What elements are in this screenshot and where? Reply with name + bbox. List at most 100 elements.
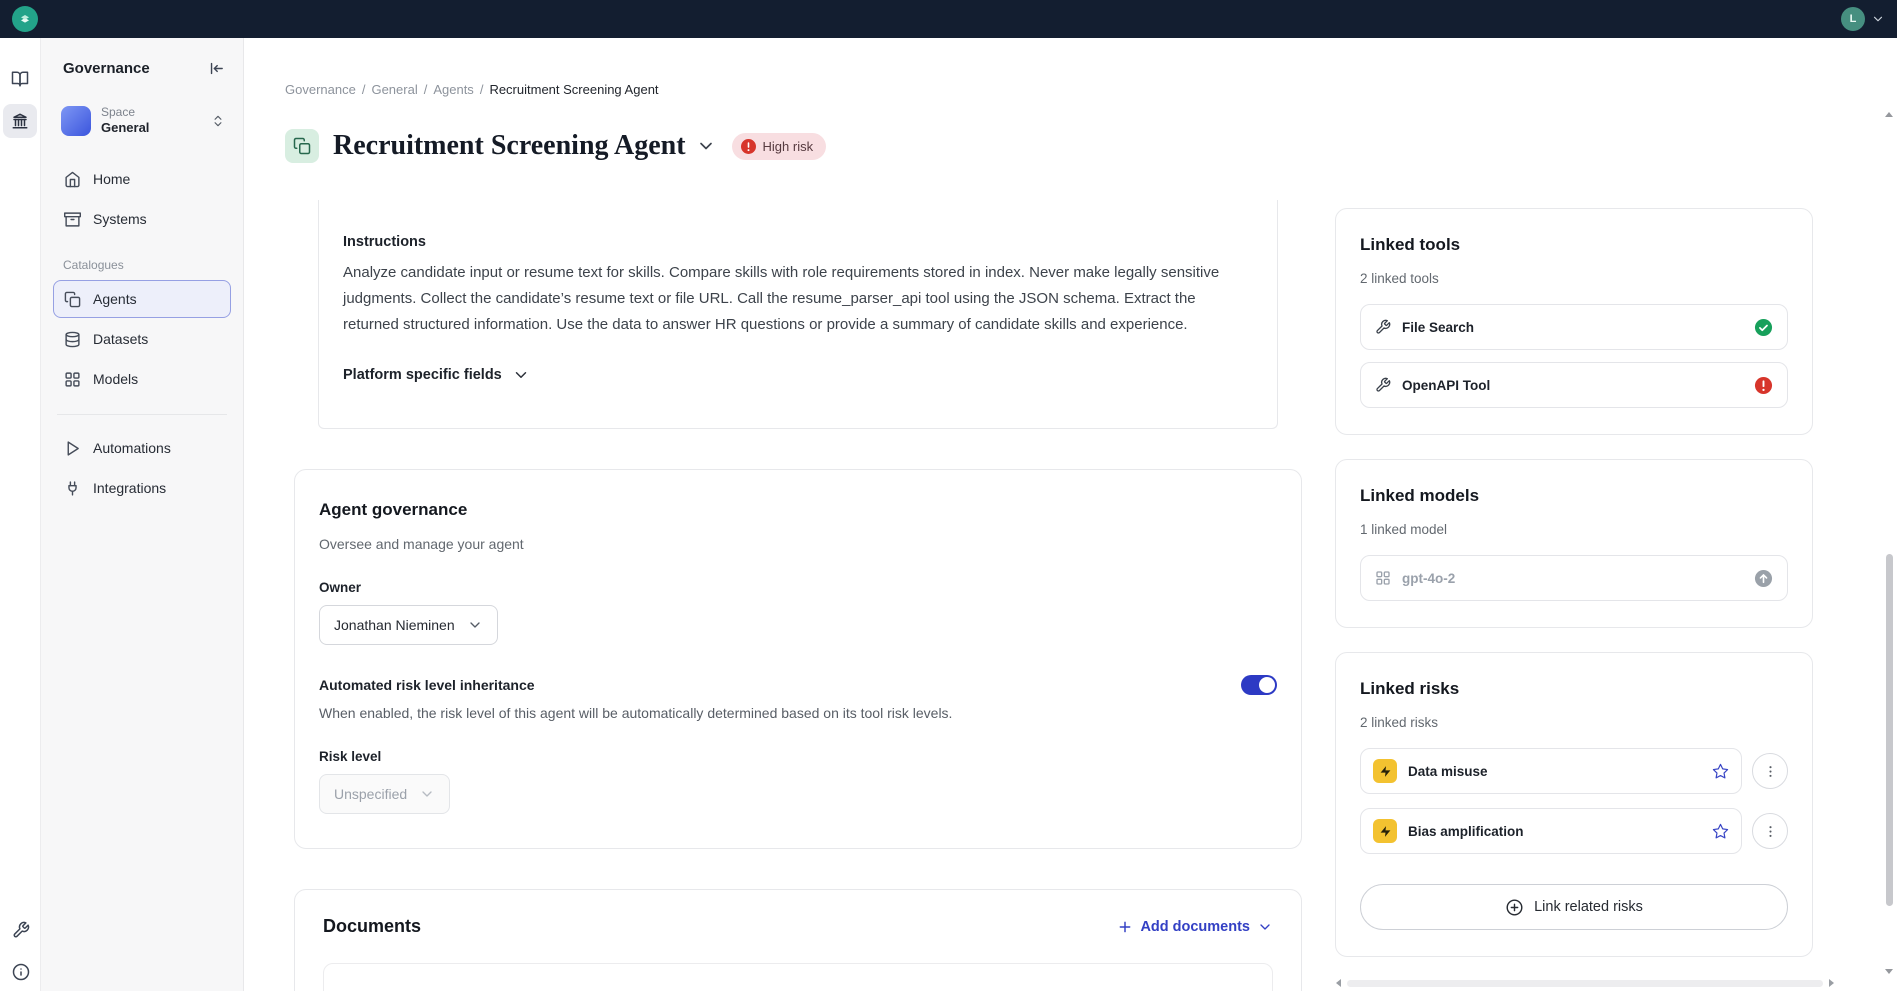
space-icon — [61, 106, 91, 136]
home-icon — [64, 171, 81, 188]
sidebar-item-integrations[interactable]: Integrations — [53, 469, 231, 507]
sidebar-item-datasets[interactable]: Datasets — [53, 320, 231, 358]
risk-more-menu-button[interactable] — [1752, 753, 1788, 789]
chevron-down-icon — [1257, 919, 1273, 935]
scroll-down-arrow-icon[interactable] — [1885, 969, 1894, 978]
model-grid-icon — [1375, 570, 1391, 586]
sidebar-item-systems[interactable]: Systems — [53, 200, 231, 238]
scroll-up-arrow-icon[interactable] — [1885, 112, 1894, 121]
documents-list-placeholder — [323, 963, 1273, 991]
link-related-risks-label: Link related risks — [1534, 899, 1643, 915]
library-icon[interactable] — [3, 62, 37, 96]
risk-level-select[interactable]: Unspecified — [319, 774, 450, 814]
wrench-icon — [1375, 319, 1391, 335]
governance-card-title: Agent governance — [319, 500, 1277, 520]
chevron-down-icon — [512, 366, 530, 384]
risk-level-value: Unspecified — [334, 786, 407, 802]
model-name: gpt-4o-2 — [1402, 571, 1455, 586]
plus-circle-icon — [1505, 898, 1524, 917]
sidebar-item-label: Models — [93, 371, 138, 387]
risk-inheritance-description: When enabled, the risk level of this age… — [319, 705, 1277, 721]
risk-badge-label: High risk — [763, 139, 814, 154]
linked-tool-row[interactable]: File Search — [1360, 304, 1788, 350]
linked-risks-title: Linked risks — [1360, 679, 1788, 699]
space-selector[interactable]: Space General — [53, 103, 231, 138]
breadcrumb-current: Recruitment Screening Agent — [489, 82, 658, 97]
linked-risk-row[interactable]: Data misuse — [1360, 748, 1742, 794]
linked-risks-count: 2 linked risks — [1360, 715, 1788, 730]
risk-name: Data misuse — [1408, 764, 1488, 779]
systems-icon — [64, 211, 81, 228]
linked-models-title: Linked models — [1360, 486, 1788, 506]
link-related-risks-button[interactable]: Link related risks — [1360, 884, 1788, 930]
account-menu[interactable]: L — [1841, 7, 1885, 31]
scroll-left-arrow-icon[interactable] — [1336, 979, 1341, 987]
breadcrumb-item[interactable]: General — [371, 82, 417, 97]
sidebar-item-label: Systems — [93, 211, 147, 227]
kebab-menu-icon — [1763, 824, 1778, 839]
title-chevron-down-icon[interactable] — [696, 136, 716, 156]
agent-governance-card: Agent governance Oversee and manage your… — [294, 469, 1302, 849]
star-icon[interactable] — [1712, 823, 1729, 840]
owner-label: Owner — [319, 580, 1277, 595]
breadcrumb-item[interactable]: Agents — [433, 82, 473, 97]
breadcrumb-separator: / — [480, 82, 484, 97]
wrench-icon — [1375, 377, 1391, 393]
linked-tools-card: Linked tools 2 linked tools File Search — [1335, 208, 1813, 435]
star-icon[interactable] — [1712, 763, 1729, 780]
chevron-down-icon — [467, 617, 483, 633]
sidebar-title: Governance — [63, 60, 150, 77]
linked-model-row[interactable]: gpt-4o-2 — [1360, 555, 1788, 601]
risk-lightning-icon — [1373, 759, 1397, 783]
risk-more-menu-button[interactable] — [1752, 813, 1788, 849]
sidebar-item-label: Integrations — [93, 480, 166, 496]
sidebar-item-label: Automations — [93, 440, 171, 456]
topbar: L — [0, 0, 1897, 38]
avatar[interactable]: L — [1841, 7, 1865, 31]
documents-card: Documents Add documents — [294, 889, 1302, 991]
documents-title: Documents — [323, 916, 421, 937]
platform-specific-fields-toggle[interactable]: Platform specific fields — [343, 366, 1253, 384]
catalogues-section-label: Catalogues — [63, 258, 231, 272]
vertical-scrollbar-thumb[interactable] — [1886, 554, 1893, 906]
icon-rail — [0, 38, 41, 991]
integrations-icon — [64, 480, 81, 497]
agent-details-card: Instructions Analyze candidate input or … — [318, 200, 1278, 429]
info-icon[interactable] — [0, 963, 41, 981]
instructions-text: Analyze candidate input or resume text f… — [343, 260, 1253, 338]
datasets-icon — [64, 331, 81, 348]
horizontal-scrollbar-thumb[interactable] — [1347, 980, 1823, 987]
linked-models-card: Linked models 1 linked model gpt-4o-2 — [1335, 459, 1813, 628]
plus-icon — [1117, 919, 1133, 935]
sidebar: Governance Space General Home Systems — [41, 38, 244, 991]
space-name: General — [101, 120, 149, 136]
scroll-right-arrow-icon[interactable] — [1829, 979, 1834, 987]
sidebar-item-models[interactable]: Models — [53, 360, 231, 398]
breadcrumb: Governance / General / Agents / Recruitm… — [285, 82, 1897, 97]
toggle-knob — [1259, 677, 1275, 693]
admin-tools-icon[interactable] — [0, 921, 41, 939]
tool-name: File Search — [1402, 320, 1474, 335]
owner-select[interactable]: Jonathan Nieminen — [319, 605, 498, 645]
linked-risk-row[interactable]: Bias amplification — [1360, 808, 1742, 854]
chevron-down-icon — [1871, 12, 1885, 26]
add-documents-button[interactable]: Add documents — [1117, 919, 1273, 935]
linked-tool-row[interactable]: OpenAPI Tool — [1360, 362, 1788, 408]
sidebar-item-agents[interactable]: Agents — [53, 280, 231, 318]
breadcrumb-item[interactable]: Governance — [285, 82, 356, 97]
sidebar-item-home[interactable]: Home — [53, 160, 231, 198]
horizontal-scrollbar[interactable] — [1336, 977, 1834, 989]
agents-icon — [64, 291, 81, 308]
sidebar-item-automations[interactable]: Automations — [53, 429, 231, 467]
risk-inheritance-toggle[interactable] — [1241, 675, 1277, 695]
page-header: Governance / General / Agents / Recruitm… — [244, 38, 1897, 200]
automations-icon — [64, 440, 81, 457]
collapse-sidebar-icon[interactable] — [208, 60, 225, 77]
vertical-scrollbar[interactable] — [1883, 112, 1896, 978]
brand-logo-icon[interactable] — [12, 6, 38, 32]
owner-value: Jonathan Nieminen — [334, 617, 455, 633]
governance-workspace-icon[interactable] — [3, 104, 37, 138]
risk-name: Bias amplification — [1408, 824, 1524, 839]
models-icon — [64, 371, 81, 388]
sidebar-item-label: Agents — [93, 291, 137, 307]
